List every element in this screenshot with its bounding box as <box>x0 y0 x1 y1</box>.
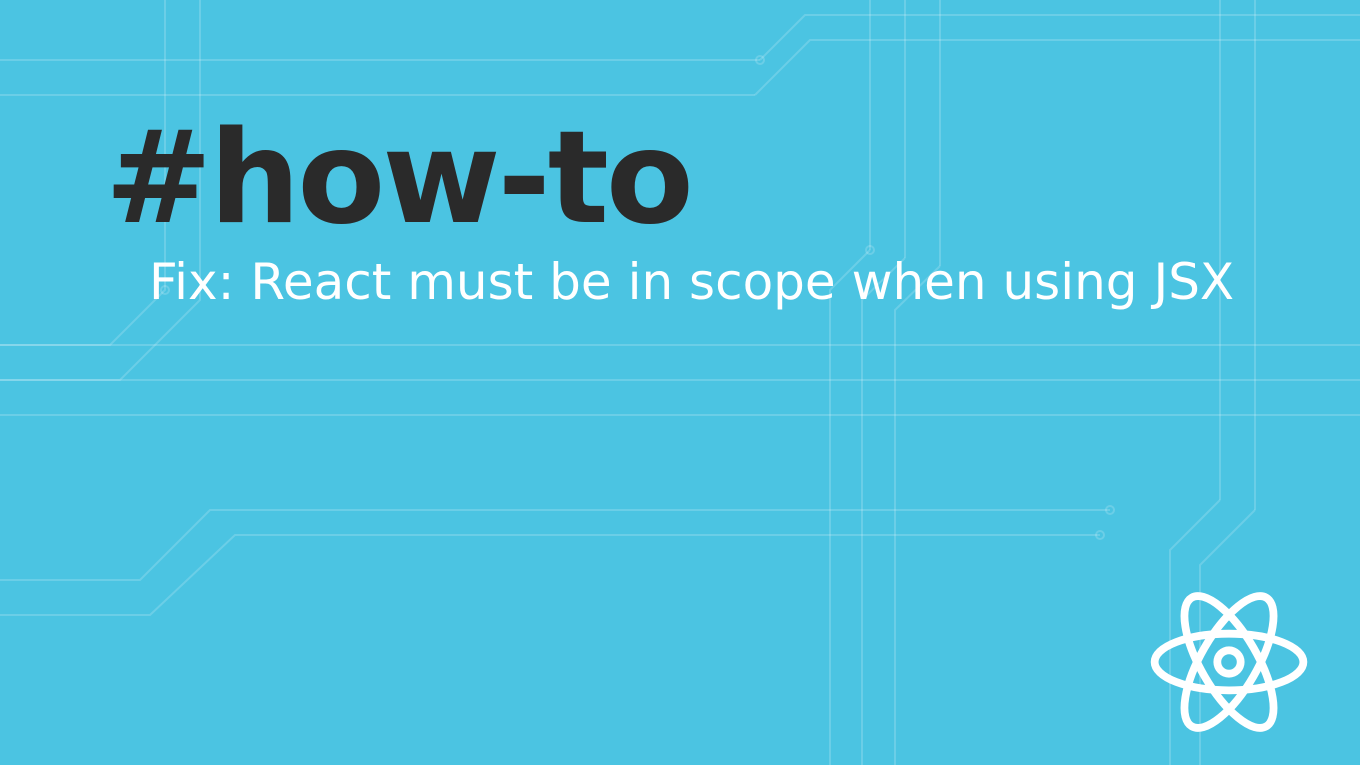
category-tag: #how-to <box>105 115 1270 243</box>
article-title: Fix: React must be in scope when using J… <box>149 251 1270 314</box>
react-icon <box>1134 577 1324 747</box>
